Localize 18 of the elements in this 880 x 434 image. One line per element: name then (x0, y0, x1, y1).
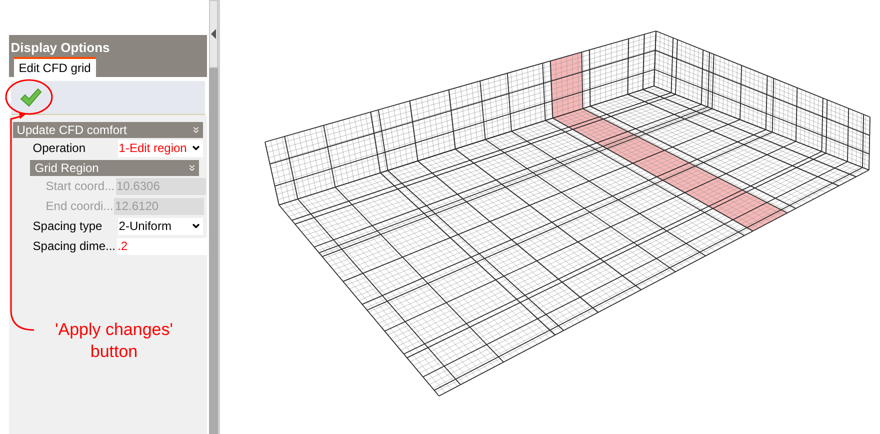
annotation-label: 'Apply changes' button (54, 319, 174, 363)
collapse-arrow-icon[interactable] (210, 29, 217, 39)
group-header[interactable]: Grid Region (30, 160, 199, 176)
property-label: Start coord... (44, 178, 114, 195)
property-label: Spacing dime... (32, 238, 116, 255)
input-field[interactable]: .2 (116, 238, 207, 254)
dropdown[interactable]: 1-Edit region (118, 140, 203, 156)
scrollbar[interactable] (209, 0, 218, 434)
property-label: Spacing type (32, 218, 104, 235)
collapse-icon[interactable] (186, 163, 197, 173)
collapse-icon[interactable] (190, 125, 201, 135)
dropdown[interactable]: 2-Uniform (118, 218, 203, 234)
property-label: End coordi... (44, 198, 114, 215)
tab[interactable]: Edit CFD grid (14, 57, 96, 77)
property-label: Operation (32, 140, 86, 157)
panel-title: Display Options (10, 39, 111, 55)
checkmark-icon (20, 88, 42, 108)
section-header[interactable]: Update CFD comfort (12, 122, 203, 138)
